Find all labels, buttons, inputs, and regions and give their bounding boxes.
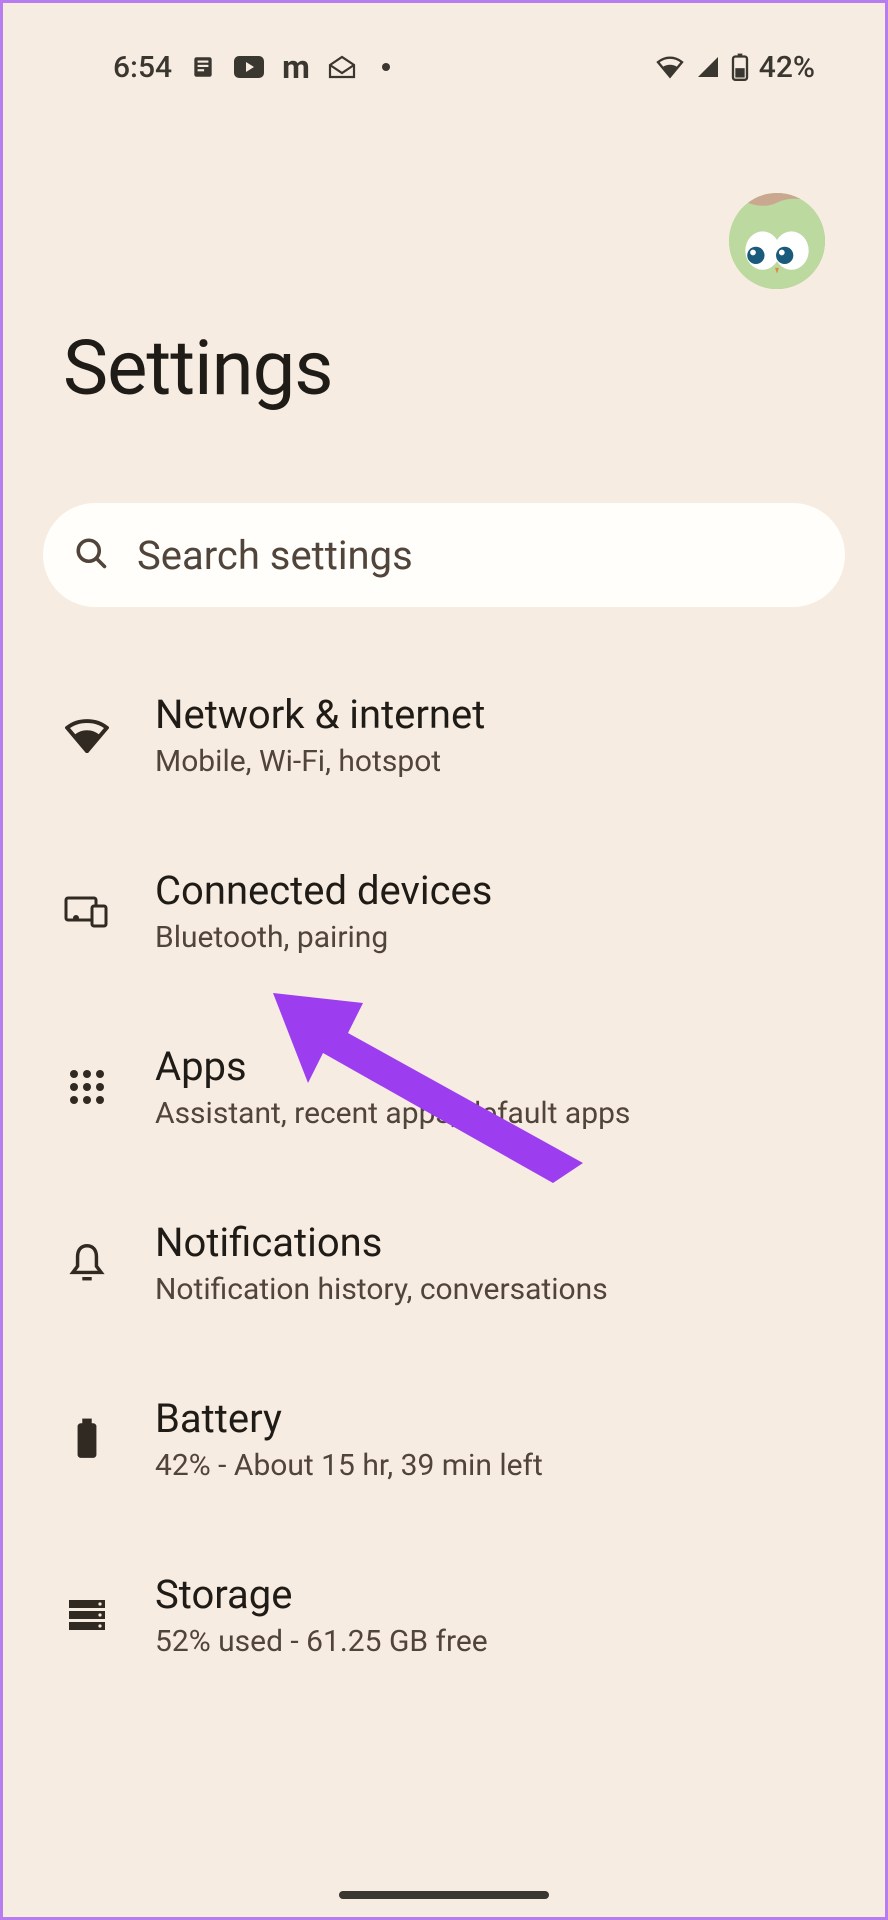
settings-item-storage[interactable]: Storage 52% used - 61.25 GB free — [43, 1527, 845, 1703]
item-sub: Bluetooth, pairing — [155, 920, 492, 955]
battery-settings-icon — [63, 1415, 111, 1463]
signal-icon — [695, 55, 721, 79]
profile-avatar[interactable] — [729, 193, 825, 289]
item-sub: 42% - About 15 hr, 39 min left — [155, 1448, 543, 1483]
apps-icon — [63, 1063, 111, 1111]
more-dot-icon — [382, 63, 390, 71]
storage-icon — [63, 1591, 111, 1639]
wifi-settings-icon — [63, 711, 111, 759]
item-title: Network & internet — [155, 691, 485, 738]
status-right: 42% — [655, 50, 815, 85]
status-bar: 6:54 m 42% — [3, 3, 885, 93]
item-sub: 52% used - 61.25 GB free — [155, 1624, 488, 1659]
youtube-icon — [234, 56, 264, 78]
item-title: Battery — [155, 1395, 543, 1442]
mail-icon — [328, 55, 356, 79]
status-left: 6:54 m — [113, 48, 390, 86]
devices-icon — [63, 887, 111, 935]
item-sub: Assistant, recent apps, default apps — [155, 1096, 630, 1131]
settings-item-connected[interactable]: Connected devices Bluetooth, pairing — [43, 823, 845, 999]
settings-item-notifications[interactable]: Notifications Notification history, conv… — [43, 1175, 845, 1351]
item-sub: Notification history, conversations — [155, 1272, 608, 1307]
search-icon — [73, 535, 109, 575]
settings-list: Network & internet Mobile, Wi-Fi, hotspo… — [3, 607, 885, 1703]
status-time: 6:54 — [113, 50, 172, 85]
bell-icon — [63, 1239, 111, 1287]
gesture-bar[interactable] — [339, 1891, 549, 1899]
reader-icon — [190, 54, 216, 80]
wifi-icon — [655, 55, 685, 79]
item-title: Notifications — [155, 1219, 608, 1266]
header: Settings — [3, 93, 885, 453]
m-icon: m — [282, 48, 310, 86]
search-placeholder: Search settings — [137, 532, 413, 579]
item-sub: Mobile, Wi-Fi, hotspot — [155, 744, 485, 779]
item-title: Apps — [155, 1043, 630, 1090]
item-title: Connected devices — [155, 867, 492, 914]
status-battery-text: 42% — [759, 50, 815, 85]
settings-item-battery[interactable]: Battery 42% - About 15 hr, 39 min left — [43, 1351, 845, 1527]
settings-item-network[interactable]: Network & internet Mobile, Wi-Fi, hotspo… — [43, 647, 845, 823]
battery-icon — [731, 53, 749, 81]
item-title: Storage — [155, 1571, 488, 1618]
search-bar[interactable]: Search settings — [43, 503, 845, 607]
settings-item-apps[interactable]: Apps Assistant, recent apps, default app… — [43, 999, 845, 1175]
page-title: Settings — [63, 323, 825, 413]
